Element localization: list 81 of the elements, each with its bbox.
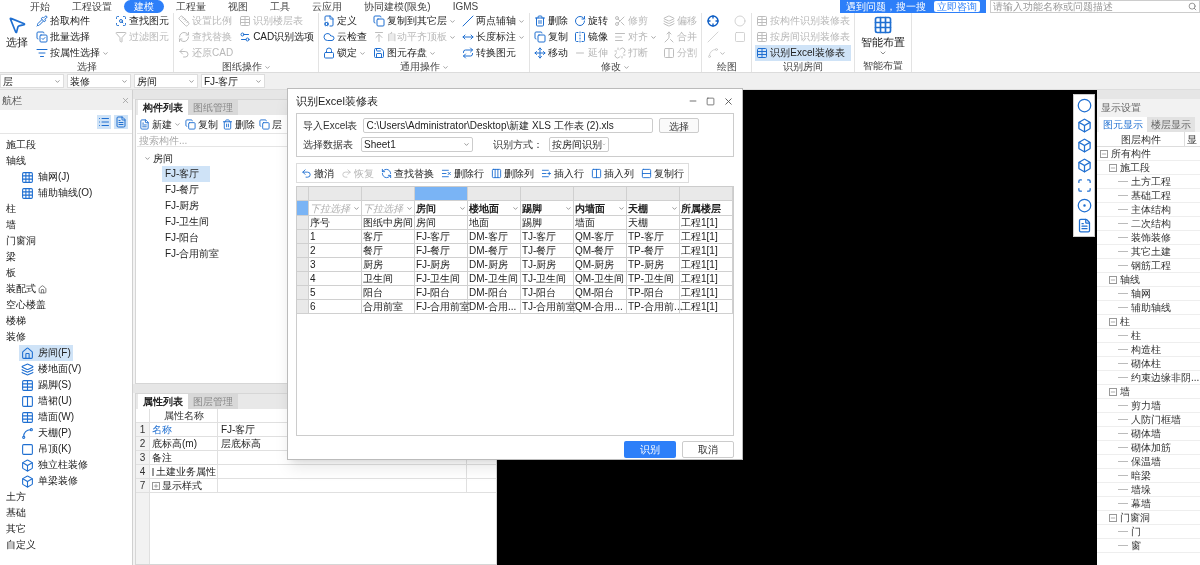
table-cell: QM-餐厅 xyxy=(574,244,627,258)
panel-title: 显示设置 xyxy=(1097,99,1200,117)
table-cell: 餐厅 xyxy=(362,244,415,258)
table-cell: 1 xyxy=(309,230,362,244)
table-cell: DM-阳台 xyxy=(468,286,521,300)
panel-title: 航栏 xyxy=(2,93,22,108)
table-cell: TP-卫生间 xyxy=(627,272,680,286)
table-cell: DM-厨房 xyxy=(468,258,521,272)
field-label: 识别方式： xyxy=(493,138,543,152)
column-header: 显 xyxy=(1186,133,1197,146)
ribbon-group-label: 识别房间 xyxy=(783,61,824,73)
ribbon-group-label: 通用操作 xyxy=(399,61,440,73)
table-cell: 2 xyxy=(309,244,362,258)
table-cell: FJ-客厅 xyxy=(415,230,468,244)
table-cell: 6 xyxy=(309,300,362,314)
table-cell: 地面 xyxy=(468,216,521,230)
table-cell: TJ-厨房 xyxy=(521,258,574,272)
property-name: 备注 xyxy=(152,450,172,465)
table-cell: 工程1[1] xyxy=(680,230,733,244)
table-cell: TP-客厅 xyxy=(627,230,680,244)
table-cell: DM-卫生间 xyxy=(468,272,521,286)
table-cell: 房间 xyxy=(415,216,468,230)
table-cell: 工程1[1] xyxy=(680,258,733,272)
ribbon-group-label: 绘图 xyxy=(716,61,737,73)
table-cell: 工程1[1] xyxy=(680,244,733,258)
table-cell: QM-卫生间 xyxy=(574,272,627,286)
table-cell: TP-餐厅 xyxy=(627,244,680,258)
table-cell: 合用前室 xyxy=(362,300,415,314)
table-cell: QM-厨房 xyxy=(574,258,627,272)
table-cell: 工程1[1] xyxy=(680,286,733,300)
row-number: 4 xyxy=(136,465,150,478)
table-cell: QM-合用... xyxy=(574,300,627,314)
row-number: 2 xyxy=(136,437,150,450)
table-cell: TJ-餐厅 xyxy=(521,244,574,258)
table-cell: 阳台 xyxy=(362,286,415,300)
property-name: 土建业务属性 xyxy=(156,464,216,479)
table-cell: TJ-卫生间 xyxy=(521,272,574,286)
row-number: 7 xyxy=(136,479,150,492)
table-cell: TP-厨房 xyxy=(627,258,680,272)
table-cell: TJ-客厅 xyxy=(521,230,574,244)
row-number: 1 xyxy=(136,423,150,436)
table-cell: QM-阳台 xyxy=(574,286,627,300)
table-cell: 墙面 xyxy=(574,216,627,230)
table-cell: TP-阳台 xyxy=(627,286,680,300)
table-cell: 天棚 xyxy=(627,216,680,230)
table-cell: TJ-阳台 xyxy=(521,286,574,300)
table-cell: 工程1[1] xyxy=(680,216,733,230)
table-cell: TJ-合用前室 xyxy=(521,300,574,314)
table-cell: FJ-阳台 xyxy=(415,286,468,300)
table-cell: DM-餐厅 xyxy=(468,244,521,258)
table-cell: FJ-厨房 xyxy=(415,258,468,272)
table-cell: FJ-合用前室 xyxy=(415,300,468,314)
property-name: 显示样式 xyxy=(162,478,202,493)
property-name: 底标高(m) xyxy=(152,436,197,451)
table-cell: QM-客厅 xyxy=(574,230,627,244)
ribbon-group-label: 图纸操作 xyxy=(221,61,262,73)
table-cell: 3 xyxy=(309,258,362,272)
table-cell: DM-客厅 xyxy=(468,230,521,244)
column-header: 属性名称 xyxy=(150,409,218,422)
table-cell: 客厅 xyxy=(362,230,415,244)
table-cell: 4 xyxy=(309,272,362,286)
field-label: 导入Excel表 xyxy=(303,119,358,133)
ribbon-group-label: 智能布置 xyxy=(863,60,904,72)
table-cell: FJ-餐厅 xyxy=(415,244,468,258)
table-cell: 厨房 xyxy=(362,258,415,272)
property-name: 名称 xyxy=(152,422,172,437)
table-cell: 工程1[1] xyxy=(680,272,733,286)
column-header: 图层构件 xyxy=(1097,132,1185,146)
table-cell: 踢脚 xyxy=(521,216,574,230)
table-cell: FJ-卫生间 xyxy=(415,272,468,286)
table-cell: 5 xyxy=(309,286,362,300)
help-banner: 遇到问题，搜一搜 立即咨询 xyxy=(840,0,986,13)
table-cell: 序号 xyxy=(309,216,362,230)
table-cell: TP-合用前... xyxy=(627,300,680,314)
table-cell: 图纸中房间 xyxy=(362,216,415,230)
field-label: 选择数据表 xyxy=(303,138,354,152)
table-cell: 卫生间 xyxy=(362,272,415,286)
ribbon-group-label: 修改 xyxy=(601,61,622,73)
row-number: 3 xyxy=(136,451,150,464)
ribbon-group-label: 选择 xyxy=(76,61,97,73)
dialog-title: 识别Excel装修表 xyxy=(296,93,378,109)
